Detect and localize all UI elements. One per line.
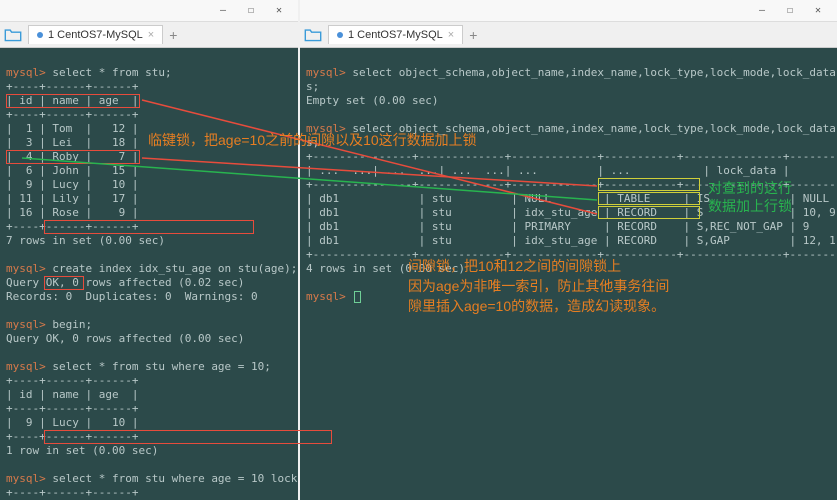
divider: +----+------+------+	[6, 486, 138, 499]
left-pane: — ☐ ✕ 1 CentOS7-MySQL × + mysql> select …	[0, 0, 298, 500]
tab-centos-right[interactable]: 1 CentOS7-MySQL ×	[328, 25, 463, 44]
query-r1: select object_schema,object_name,index_n…	[346, 66, 837, 79]
divider: +----+------+------+	[6, 108, 138, 121]
tab-label: 1 CentOS7-MySQL	[348, 29, 443, 41]
tab-label: 1 CentOS7-MySQL	[48, 29, 143, 41]
close-button[interactable]: ✕	[265, 1, 293, 21]
result: Query OK, 0 rows affected (0.00 sec)	[6, 332, 244, 345]
divider: +----+------+------+	[6, 220, 138, 233]
maximize-button[interactable]: ☐	[776, 1, 804, 21]
header: | id | name | age |	[6, 388, 138, 401]
lock-row: | db1 | stu | idx_stu_age | RECORD | S |…	[306, 206, 837, 219]
maximize-button[interactable]: ☐	[237, 1, 265, 21]
cont: s;	[306, 80, 319, 93]
divider: +----+------+------+	[6, 80, 138, 93]
row: | 4 | Roby | 7 |	[6, 150, 138, 163]
cont: s;	[306, 136, 319, 149]
left-terminal[interactable]: mysql> select * from stu; +----+------+-…	[0, 48, 298, 500]
lock-row: | db1 | stu | PRIMARY | RECORD | S,REC_N…	[306, 220, 837, 233]
result: Records: 0 Duplicates: 0 Warnings: 0	[6, 290, 258, 303]
prompt: mysql>	[306, 290, 352, 303]
right-titlebar: — ☐ ✕	[300, 0, 837, 22]
query-4: select * from stu where age = 10;	[46, 360, 271, 373]
query-3: begin;	[46, 318, 92, 331]
tab-centos-left[interactable]: 1 CentOS7-MySQL ×	[28, 25, 163, 44]
result: 4 rows in set (0.00 sec)	[306, 262, 465, 275]
folder-icon[interactable]	[4, 28, 22, 42]
add-tab-button[interactable]: +	[463, 25, 483, 45]
tab-close-icon[interactable]: ×	[148, 29, 154, 41]
divider: +----+------+------+	[6, 430, 138, 443]
result: 1 row in set (0.00 sec)	[6, 444, 158, 457]
row: | 9 | Lucy | 10 |	[6, 178, 138, 191]
right-terminal[interactable]: mysql> select object_schema,object_name,…	[300, 48, 837, 500]
query-2: create index idx_stu_age on stu(age);	[46, 262, 298, 275]
query-r2: select object_schema,object_name,index_n…	[346, 122, 837, 135]
right-tabbar: 1 CentOS7-MySQL × +	[300, 22, 837, 48]
query-5: select * from stu where age = 10 lock in…	[46, 472, 298, 485]
cursor-icon	[354, 291, 361, 303]
row: | 3 | Lei | 18 |	[6, 136, 138, 149]
tab-close-icon[interactable]: ×	[448, 29, 454, 41]
row: | 6 | John | 15 |	[6, 164, 138, 177]
divider: +----+------+------+	[6, 374, 138, 387]
row: | 9 | Lucy | 10 |	[6, 416, 138, 429]
result: Empty set (0.00 sec)	[306, 94, 438, 107]
result: Query OK, 0 rows affected (0.02 sec)	[6, 276, 244, 289]
lock-row: | db1 | stu | NULL | TABLE | IS | NULL |	[306, 192, 837, 205]
query-1: select * from stu;	[46, 66, 172, 79]
minimize-button[interactable]: —	[209, 1, 237, 21]
minimize-button[interactable]: —	[748, 1, 776, 21]
status-dot-icon	[37, 32, 43, 38]
divider: +----+------+------+	[6, 402, 138, 415]
left-tabbar: 1 CentOS7-MySQL × +	[0, 22, 298, 48]
left-titlebar: — ☐ ✕	[0, 0, 298, 22]
header-row: | ... ...| ... ...| ... ...| ... | ... |…	[306, 164, 790, 177]
result: 7 rows in set (0.00 sec)	[6, 234, 165, 247]
add-tab-button[interactable]: +	[163, 25, 183, 45]
row: | 11 | Lily | 17 |	[6, 192, 138, 205]
status-dot-icon	[337, 32, 343, 38]
close-button[interactable]: ✕	[804, 1, 832, 21]
row: | 1 | Tom | 12 |	[6, 122, 138, 135]
row: | 16 | Rose | 9 |	[6, 206, 138, 219]
header: | id | name | age |	[6, 94, 138, 107]
right-pane: — ☐ ✕ 1 CentOS7-MySQL × + mysql> select …	[300, 0, 837, 500]
lock-row: | db1 | stu | idx_stu_age | RECORD | S,G…	[306, 234, 837, 247]
folder-icon[interactable]	[304, 28, 322, 42]
